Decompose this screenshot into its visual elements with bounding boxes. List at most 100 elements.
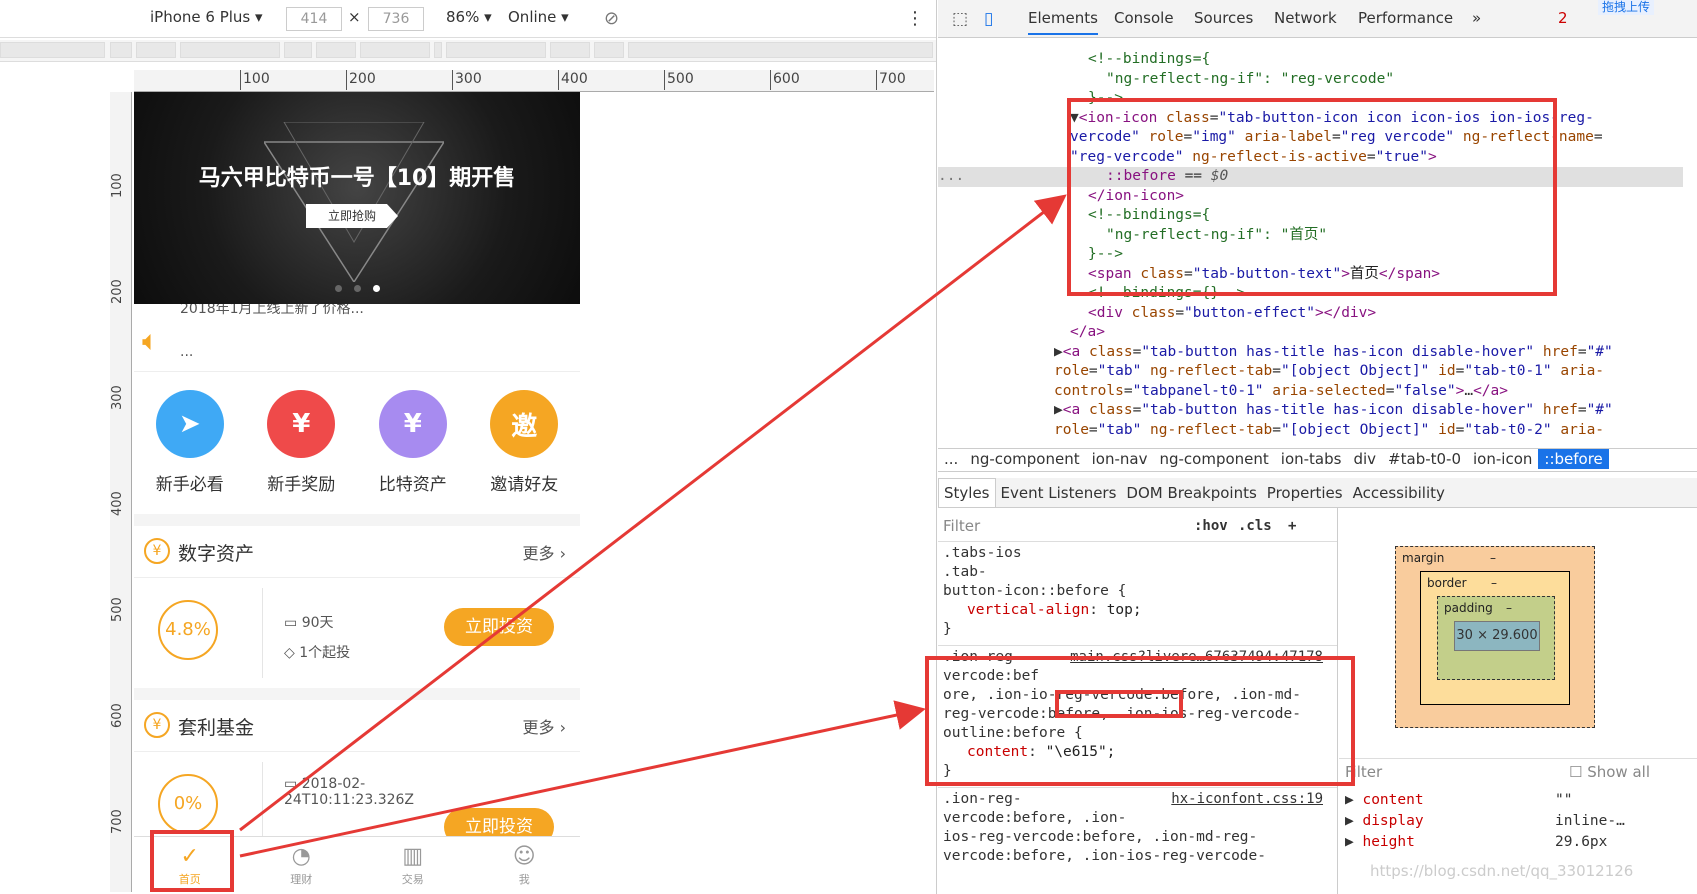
breadcrumb-item[interactable]: ion-tabs [1275, 449, 1348, 469]
more-tabs-icon[interactable]: » [1472, 9, 1481, 27]
phone-viewport: 马六甲比特币一号【10】期开售 立即抢购 🔈︎ 2018年1月上线上新了价格..… [134, 92, 580, 894]
style-rule[interactable]: .tabs-ios .tab- button-icon::before { ve… [938, 542, 1337, 646]
vertical-ruler: 100 200 300 400 500 600 700 [110, 92, 132, 892]
breadcrumb: ... ng-component ion-nav ng-component ion-ta… [938, 448, 1697, 472]
money-bag-icon: ¥ [267, 390, 336, 458]
user-icon: ☺ [512, 844, 536, 869]
entry-beginner-guide[interactable]: ➤ 新手必看 [145, 390, 235, 514]
device-toggle-icon[interactable]: ▯ [984, 9, 993, 29]
banner-buy-button[interactable]: 立即抢购 [306, 204, 398, 228]
margin-box[interactable]: margin – border – padding – 30 × 29.600 [1395, 546, 1595, 728]
width-input[interactable]: 414 [286, 7, 342, 31]
paper-plane-icon: ➤ [155, 390, 224, 458]
tab-network[interactable]: Network [1274, 9, 1337, 27]
source-link[interactable]: hx-iconfont.css:19 [1171, 790, 1323, 809]
tab-me[interactable]: ☺ 我 [469, 837, 581, 894]
tab-properties[interactable]: Properties [1262, 479, 1348, 507]
invest-button[interactable]: 立即投资 [444, 608, 554, 646]
show-all-checkbox[interactable]: ☐ Show all [1569, 763, 1650, 781]
ruler-tick: 200 [110, 279, 125, 304]
horizontal-ruler: 100 200 300 400 500 600 700 [134, 70, 934, 92]
breadcrumb-item[interactable]: ion-nav [1086, 449, 1154, 469]
tab-home[interactable]: ✓ 首页 [134, 837, 246, 894]
styles-subtabs: Styles Event Listeners DOM Breakpoints Prop… [938, 478, 1697, 508]
section-title: 套利基金 [178, 717, 255, 739]
computed-properties: ▶ content "" ▶ display inline-… ▶ height 29… [1345, 790, 1625, 853]
tab-performance[interactable]: Performance [1358, 9, 1453, 27]
more-link[interactable]: 更多 › [522, 540, 566, 564]
carousel-dots[interactable] [134, 281, 580, 296]
tab-sources[interactable]: Sources [1194, 9, 1253, 27]
breadcrumb-item-active[interactable]: ::before [1538, 449, 1609, 469]
padding-box[interactable]: padding – 30 × 29.600 [1437, 596, 1555, 680]
term-text: ▭ 90天 [284, 615, 334, 631]
tag-icon: ◇ [284, 645, 295, 661]
ruler-tick: 700 [876, 70, 906, 90]
more-options-icon[interactable]: ⋮ [906, 8, 924, 29]
tab-trade[interactable]: ▥ 交易 [357, 837, 469, 894]
bars-icon: ▥ [402, 844, 424, 869]
entry-label: 新手奖励 [267, 475, 336, 495]
yen-icon: ¥ [144, 712, 170, 738]
entry-beginner-reward[interactable]: ¥ 新手奖励 [256, 390, 346, 514]
border-box[interactable]: border – padding – 30 × 29.600 [1420, 571, 1570, 705]
tab-accessibility[interactable]: Accessibility [1348, 479, 1450, 507]
height-input[interactable]: 736 [368, 7, 424, 31]
network-select[interactable]: Online ▾ [508, 8, 569, 26]
cls-toggle[interactable]: .cls [1238, 517, 1272, 536]
tab-dom-breakpoints[interactable]: DOM Breakpoints [1121, 479, 1261, 507]
breadcrumb-item[interactable]: ... [938, 449, 964, 469]
computed-row[interactable]: ▶ height 29.6px [1345, 832, 1607, 853]
min-invest-text: ◇ 1个起投 [284, 645, 351, 661]
tab-event-listeners[interactable]: Event Listeners [996, 479, 1122, 507]
chart-circle-icon: ◔ [291, 844, 311, 869]
chevron-right-icon: › [559, 544, 566, 563]
breadcrumb-item[interactable]: ng-component [1153, 449, 1274, 469]
ruler-tick: 300 [110, 385, 125, 410]
hov-toggle[interactable]: :hov [1194, 517, 1228, 536]
style-rule[interactable]: .ion-reg- main.css?livere…67637494:47178… [938, 646, 1337, 788]
watermark: https://blog.csdn.net/qq_33012126 [1370, 862, 1634, 880]
ruler-tick: 600 [770, 70, 800, 90]
inspect-icon[interactable]: ⬚ [952, 9, 968, 29]
breadcrumb-item[interactable]: div [1347, 449, 1382, 469]
entry-bitcoin-assets[interactable]: ¥ 比特资产 [368, 390, 458, 514]
error-badge[interactable]: 2 [1558, 9, 1568, 27]
tab-console[interactable]: Console [1114, 9, 1174, 27]
style-rule[interactable]: .ion-reg- hx-iconfont.css:19 vercode:bef… [938, 788, 1337, 872]
computed-filter-input[interactable]: Filter ☐ Show all [1339, 758, 1697, 784]
entry-invite-friends[interactable]: 邀 邀请好友 [479, 390, 569, 514]
computed-row[interactable]: ▶ content "" [1345, 790, 1572, 811]
banner-carousel[interactable]: 马六甲比特币一号【10】期开售 立即抢购 [134, 92, 580, 304]
notice-text-2: ... [180, 344, 194, 360]
breadcrumb-item[interactable]: #tab-t0-0 [1382, 449, 1467, 469]
dom-tree[interactable]: <!--bindings={ "ng-reflect-ng-if": "reg-… [938, 38, 1683, 448]
add-rule-icon[interactable]: + [1288, 517, 1296, 536]
tab-styles[interactable]: Styles [938, 478, 996, 507]
product-card[interactable]: 4.8% ▭ 90天 ◇ 1个起投 立即投资 [134, 578, 580, 688]
zoom-select[interactable]: 86% ▾ [446, 8, 492, 26]
breadcrumb-item[interactable]: ng-component [964, 449, 1085, 469]
yen-icon: ¥ [144, 538, 170, 564]
ruler-tick: 100 [110, 173, 125, 198]
ruler-tick: 400 [110, 491, 125, 516]
source-link[interactable]: main.css?livere…67637494:47178 [1070, 648, 1323, 667]
breadcrumb-item[interactable]: ion-icon [1467, 449, 1538, 469]
notice-bar[interactable]: 🔈︎ 2018年1月上线上新了价格... ... [134, 304, 580, 372]
upload-overlay[interactable]: 拖拽上传 [1598, 0, 1655, 15]
styles-filter-input[interactable]: Filter :hov .cls + [938, 508, 1337, 542]
tab-elements[interactable]: Elements [1028, 9, 1098, 35]
device-emulator-pane: iPhone 6 Plus ▾ 414 × 736 86% ▾ Online ▾… [0, 0, 937, 894]
devtools-panel: ⬚ ▯ Elements Console Sources Network Per… [938, 0, 1697, 894]
section-arbitrage-fund-header: ¥ 套利基金 更多 › [134, 700, 580, 752]
rotate-icon[interactable]: ⊘ [604, 8, 619, 29]
tab-finance[interactable]: ◔ 理财 [246, 837, 358, 894]
content-box[interactable]: 30 × 29.600 [1454, 621, 1540, 651]
users-icon: 邀 [490, 390, 559, 458]
shield-check-icon: ✓ [180, 844, 199, 869]
device-select[interactable]: iPhone 6 Plus ▾ [150, 8, 263, 26]
media-query-bar[interactable] [0, 40, 936, 62]
devtools-toolbar: ⬚ ▯ Elements Console Sources Network Per… [938, 0, 1697, 38]
more-link[interactable]: 更多 › [522, 714, 566, 738]
computed-row[interactable]: ▶ display inline-… [1345, 811, 1625, 832]
